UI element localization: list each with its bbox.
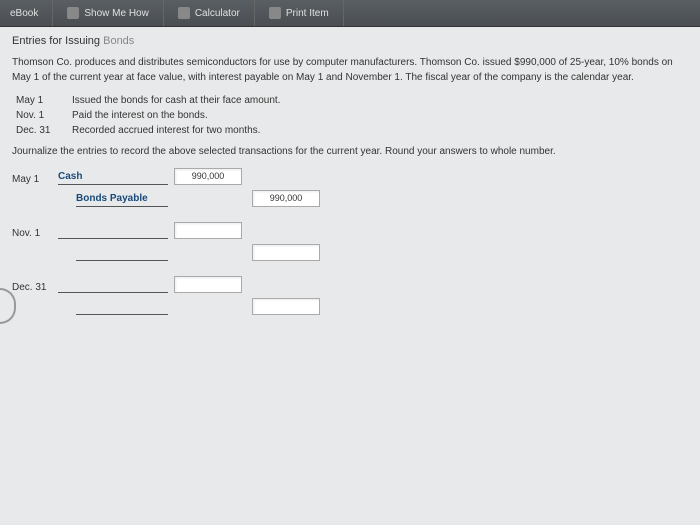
problem-text: Thomson Co. produces and distributes sem… — [12, 55, 688, 85]
title-main: Entries for Issuing — [12, 35, 100, 47]
event-text: Issued the bonds for cash at their face … — [72, 95, 280, 106]
credit-account-field[interactable]: . — [76, 301, 168, 315]
entry-date: May 1 — [12, 174, 52, 185]
debit-account-field[interactable]: Cash — [58, 171, 168, 185]
title-muted: Bonds — [103, 35, 134, 47]
credit-account-field[interactable]: . — [76, 247, 168, 261]
debit-amount-field[interactable]: . — [174, 222, 242, 239]
event-date: Nov. 1 — [16, 110, 60, 121]
credit-amount-field[interactable]: . — [252, 244, 320, 261]
event-list: May 1 Issued the bonds for cash at their… — [16, 95, 688, 136]
calculator-icon — [178, 7, 190, 19]
entry-nov1: Nov. 1 . . . . — [12, 219, 688, 261]
print-label: Print Item — [286, 8, 329, 19]
debit-amount-field[interactable]: 990,000 — [174, 168, 242, 185]
show-label: Show Me How — [84, 8, 148, 19]
entry-dec31: Dec. 31 . . . . — [12, 273, 688, 315]
page-title: Entries for Issuing Bonds — [12, 35, 688, 47]
ebook-label: eBook — [10, 8, 38, 19]
debit-amount-field[interactable]: . — [174, 276, 242, 293]
event-row: Dec. 31 Recorded accrued interest for tw… — [16, 125, 688, 136]
content-area: Entries for Issuing Bonds Thomson Co. pr… — [0, 27, 700, 335]
ebook-button[interactable]: eBook — [0, 0, 53, 26]
print-button[interactable]: Print Item — [255, 0, 344, 26]
show-me-how-button[interactable]: Show Me How — [53, 0, 163, 26]
event-date: Dec. 31 — [16, 125, 60, 136]
instructions: Journalize the entries to record the abo… — [12, 146, 688, 157]
event-text: Recorded accrued interest for two months… — [72, 125, 260, 136]
event-date: May 1 — [16, 95, 60, 106]
entry-date: Dec. 31 — [12, 282, 52, 293]
journal-entries: May 1 Cash 990,000 Bonds Payable 990,000… — [12, 165, 688, 315]
calculator-button[interactable]: Calculator — [164, 0, 255, 26]
credit-amount-field[interactable]: . — [252, 298, 320, 315]
entry-may1: May 1 Cash 990,000 Bonds Payable 990,000 — [12, 165, 688, 207]
entry-date: Nov. 1 — [12, 228, 52, 239]
credit-amount-field[interactable]: 990,000 — [252, 190, 320, 207]
debit-account-field[interactable]: . — [58, 225, 168, 239]
event-text: Paid the interest on the bonds. — [72, 110, 208, 121]
calc-label: Calculator — [195, 8, 240, 19]
video-icon — [67, 7, 79, 19]
credit-account-field[interactable]: Bonds Payable — [76, 193, 168, 207]
toolbar: eBook Show Me How Calculator Print Item — [0, 0, 700, 27]
event-row: Nov. 1 Paid the interest on the bonds. — [16, 110, 688, 121]
debit-account-field[interactable]: . — [58, 279, 168, 293]
print-icon — [269, 7, 281, 19]
event-row: May 1 Issued the bonds for cash at their… — [16, 95, 688, 106]
